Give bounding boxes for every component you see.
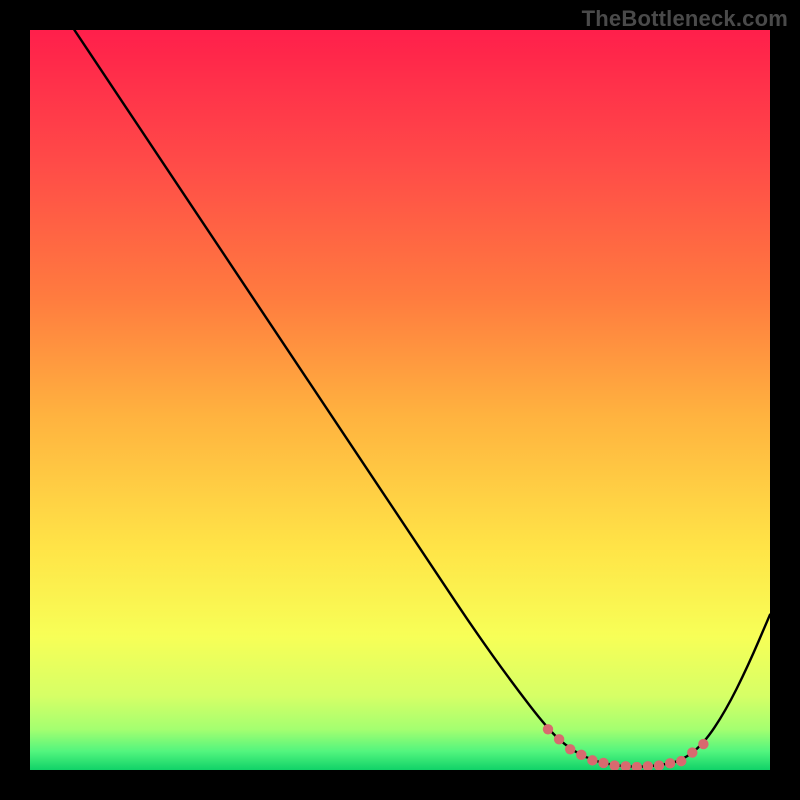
highlight-dot: [554, 734, 564, 744]
gradient-background: [30, 30, 770, 770]
highlight-dot: [676, 756, 686, 766]
chart-svg: [30, 30, 770, 770]
chart-stage: TheBottleneck.com: [0, 0, 800, 800]
plot-area: [30, 30, 770, 770]
highlight-dot: [698, 739, 708, 749]
highlight-dot: [576, 750, 586, 760]
highlight-dot: [543, 724, 553, 734]
highlight-dot: [598, 758, 608, 768]
highlight-dot: [687, 747, 697, 757]
highlight-dot: [665, 758, 675, 768]
highlight-dot: [587, 755, 597, 765]
watermark-text: TheBottleneck.com: [582, 6, 788, 32]
highlight-dot: [565, 744, 575, 754]
